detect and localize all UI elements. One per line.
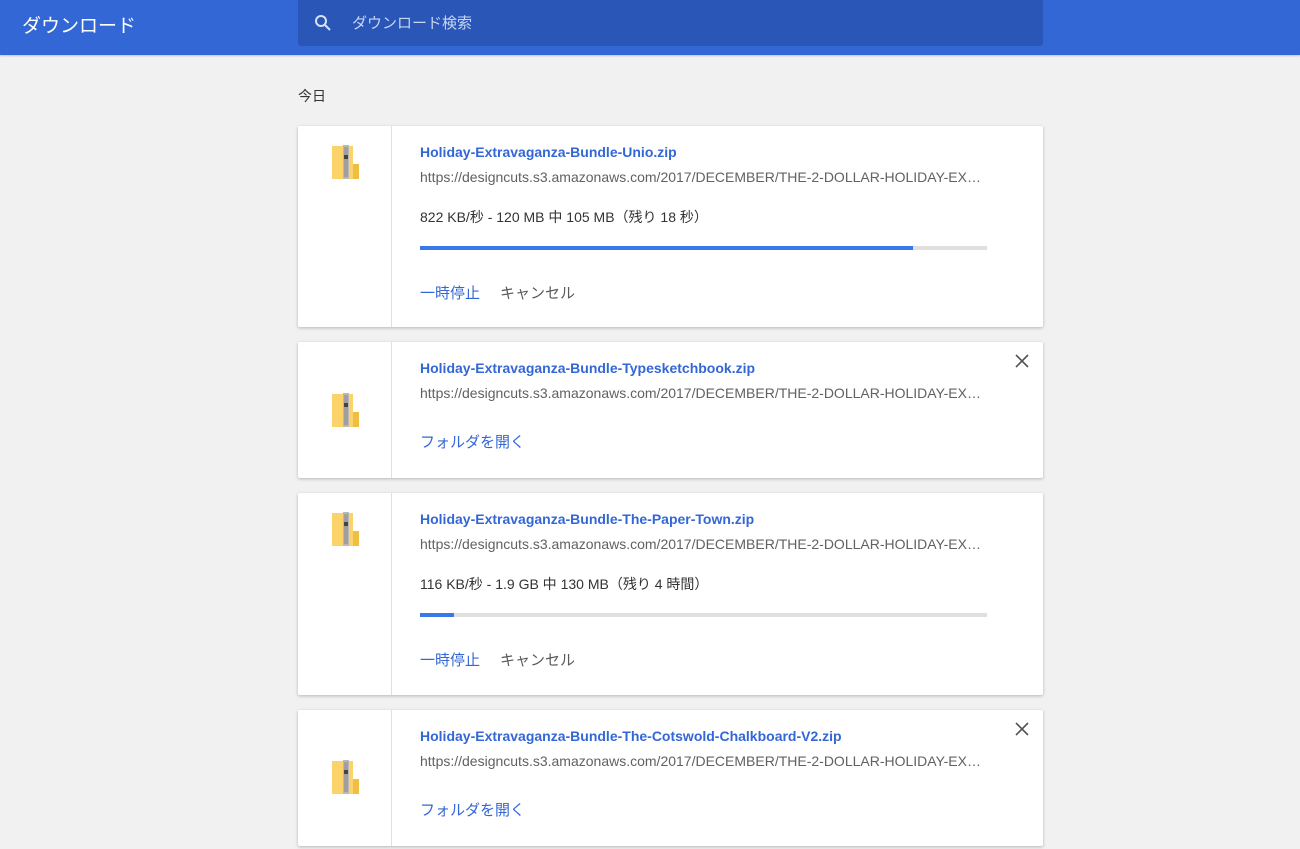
download-status: 822 KB/秒 - 120 MB 中 105 MB（残り 18 秒） (420, 209, 708, 225)
file-url: https://designcuts.s3.amazonaws.com/2017… (420, 169, 987, 185)
progress-fill (420, 246, 914, 250)
close-icon[interactable] (1011, 350, 1033, 372)
page-title: ダウンロード (22, 16, 137, 37)
search-input[interactable] (350, 10, 1014, 36)
pause-button[interactable]: 一時停止 (420, 285, 480, 302)
file-url: https://designcuts.s3.amazonaws.com/2017… (420, 753, 987, 769)
download-status: 116 KB/秒 - 1.9 GB 中 130 MB（残り 4 時間） (420, 576, 709, 592)
file-name-link[interactable]: Holiday-Extravaganza-Bundle-The-Paper-To… (420, 511, 754, 527)
header: ダウンロード (0, 0, 1300, 55)
cancel-button[interactable]: キャンセル (500, 652, 575, 669)
progress-bar (420, 246, 987, 250)
search-bar[interactable] (298, 0, 1043, 46)
file-url: https://designcuts.s3.amazonaws.com/2017… (420, 385, 987, 401)
close-icon[interactable] (1011, 718, 1033, 740)
file-name-link[interactable]: Holiday-Extravaganza-Bundle-Unio.zip (420, 144, 677, 160)
search-icon (315, 15, 331, 31)
file-name-link[interactable]: Holiday-Extravaganza-Bundle-The-Cotswold… (420, 728, 842, 744)
cancel-button[interactable]: キャンセル (500, 285, 575, 302)
zip-file-icon (332, 512, 360, 546)
download-item: Holiday-Extravaganza-Bundle-The-Paper-To… (298, 493, 1043, 695)
download-item: Holiday-Extravaganza-Bundle-The-Cotswold… (298, 710, 1043, 846)
section-label-today: 今日 (298, 88, 326, 104)
file-url: https://designcuts.s3.amazonaws.com/2017… (420, 536, 987, 552)
zip-file-icon (332, 760, 360, 794)
progress-fill (420, 613, 455, 617)
download-item: Holiday-Extravaganza-Bundle-Typesketchbo… (298, 342, 1043, 478)
zip-file-icon (332, 393, 360, 427)
download-item: Holiday-Extravaganza-Bundle-Unio.zip htt… (298, 126, 1043, 327)
pause-button[interactable]: 一時停止 (420, 652, 480, 669)
open-folder-link[interactable]: フォルダを開く (420, 434, 525, 451)
open-folder-link[interactable]: フォルダを開く (420, 802, 525, 819)
progress-bar (420, 613, 987, 617)
file-name-link[interactable]: Holiday-Extravaganza-Bundle-Typesketchbo… (420, 360, 755, 376)
zip-file-icon (332, 145, 360, 179)
